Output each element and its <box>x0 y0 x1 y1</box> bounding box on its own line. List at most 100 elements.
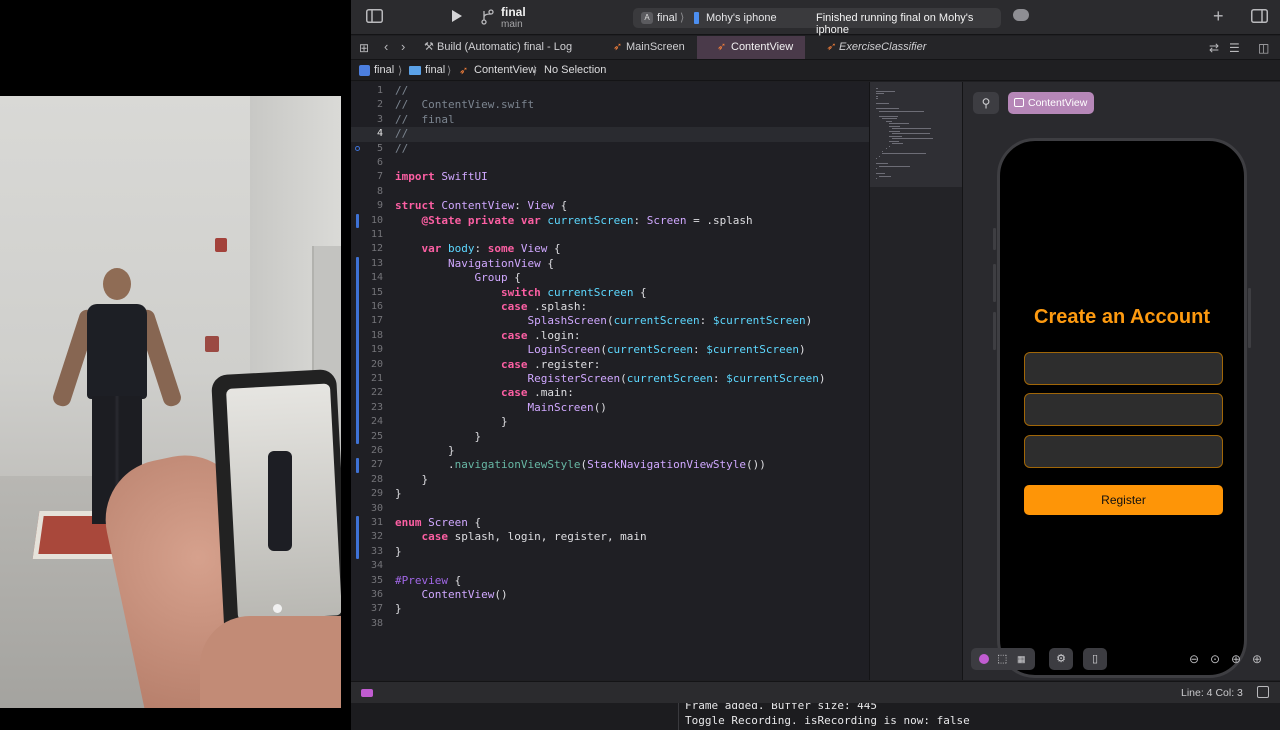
back-icon[interactable]: ‹ <box>384 39 388 55</box>
code-line[interactable]: 30 <box>351 502 869 516</box>
code-text[interactable]: } <box>395 415 508 429</box>
zoom-fit-icon[interactable]: ⊕ <box>1231 651 1241 667</box>
breadcrumb-group[interactable]: final <box>425 64 445 76</box>
code-text[interactable]: struct ContentView: View { <box>395 199 567 213</box>
breadcrumb-selection[interactable]: No Selection <box>544 64 606 76</box>
code-line[interactable]: 34 <box>351 559 869 573</box>
code-line[interactable]: 19 LoginScreen(currentScreen: $currentSc… <box>351 343 869 357</box>
register-button[interactable]: Register <box>1024 485 1223 515</box>
code-text[interactable]: MainScreen() <box>395 401 606 415</box>
code-line[interactable]: 12 var body: some View { <box>351 242 869 256</box>
code-text[interactable]: case .login: <box>395 329 580 343</box>
tab-exerciseclassifier[interactable]: ➶ ExerciseClassifier <box>821 36 931 59</box>
change-indicator[interactable] <box>356 213 359 228</box>
change-indicator[interactable] <box>356 458 359 473</box>
code-line[interactable]: 8 <box>351 185 869 199</box>
code-line[interactable]: 37} <box>351 602 869 616</box>
code-line[interactable]: 27 .navigationViewStyle(StackNavigationV… <box>351 458 869 472</box>
code-line[interactable]: 31 enum Screen { <box>351 516 869 530</box>
code-line[interactable]: 20 case .register: <box>351 358 869 372</box>
console[interactable]: Frame added. Buffer size: 445 Toggle Rec… <box>351 703 1280 730</box>
change-indicator[interactable] <box>356 256 359 444</box>
code-text[interactable]: SplashScreen(currentScreen: $currentScre… <box>395 314 812 328</box>
code-line[interactable]: 15 switch currentScreen { <box>351 286 869 300</box>
tab-mainscreen[interactable]: ➶ MainScreen <box>608 36 696 59</box>
code-text[interactable]: enum Screen { <box>395 516 481 530</box>
selectable-icon[interactable]: ⬚ <box>997 648 1007 670</box>
related-items-icon[interactable]: ⇄ <box>1209 40 1219 56</box>
code-line[interactable]: 17 SplashScreen(currentScreen: $currentS… <box>351 314 869 328</box>
code-text[interactable]: var body: some View { <box>395 242 561 256</box>
code-text[interactable]: case .main: <box>395 386 574 400</box>
minimap[interactable] <box>869 82 963 680</box>
code-line[interactable]: 9 struct ContentView: View { <box>351 199 869 213</box>
code-line[interactable]: 23 MainScreen() <box>351 401 869 415</box>
change-indicator[interactable] <box>356 516 359 560</box>
code-text[interactable]: NavigationView { <box>395 257 554 271</box>
code-text[interactable]: case .splash: <box>395 300 587 314</box>
debug-area-icon[interactable] <box>361 689 373 697</box>
code-line[interactable]: 14 Group { <box>351 271 869 285</box>
code-line[interactable]: 25 } <box>351 430 869 444</box>
code-line[interactable]: 36 ContentView() <box>351 588 869 602</box>
code-text[interactable]: } <box>395 545 402 559</box>
code-text[interactable]: LoginScreen(currentScreen: $currentScree… <box>395 343 805 357</box>
plus-icon[interactable]: + <box>1213 7 1224 25</box>
tab-build-log[interactable]: ⚒ Build (Automatic) final - Log <box>419 36 599 59</box>
code-text[interactable]: case splash, login, register, main <box>395 530 647 544</box>
cloud-icon[interactable] <box>1013 9 1029 21</box>
code-text[interactable]: // final <box>395 113 455 127</box>
device-settings-icon[interactable]: ⚙ <box>1049 648 1073 670</box>
code-line[interactable]: 26 } <box>351 444 869 458</box>
breadcrumb-project[interactable]: final <box>374 64 394 76</box>
code-line[interactable]: 38 <box>351 617 869 631</box>
zoom-out-icon[interactable]: ⊖ <box>1189 651 1199 667</box>
change-dot[interactable] <box>355 145 360 151</box>
grid-icon[interactable]: ⊞ <box>359 40 369 56</box>
code-line[interactable]: 2 // ContentView.swift <box>351 98 869 112</box>
tab-contentview[interactable]: ➶ ContentView <box>697 36 805 59</box>
code-line[interactable]: 29} <box>351 487 869 501</box>
device-icon[interactable]: ▯ <box>1083 648 1107 670</box>
code-text[interactable]: } <box>395 430 481 444</box>
code-text[interactable]: switch currentScreen { <box>395 286 647 300</box>
code-text[interactable]: import SwiftUI <box>395 170 488 184</box>
code-text[interactable]: // <box>395 84 408 98</box>
code-line[interactable]: 10 @State private var currentScreen: Scr… <box>351 214 869 228</box>
code-line[interactable]: 22 case .main: <box>351 386 869 400</box>
scheme-target[interactable]: final <box>657 12 677 24</box>
password-field[interactable] <box>1024 435 1223 468</box>
code-text[interactable]: ContentView() <box>395 588 508 602</box>
editor-options-icon[interactable]: ☰ <box>1229 40 1240 56</box>
code-text[interactable]: } <box>395 602 402 616</box>
code-line[interactable]: 1 // <box>351 84 869 98</box>
code-text[interactable]: Group { <box>395 271 520 285</box>
code-text[interactable]: RegisterScreen(currentScreen: $currentSc… <box>395 372 825 386</box>
split-editor-icon[interactable]: ◫ <box>1258 40 1269 56</box>
console-divider[interactable] <box>678 703 679 730</box>
code-line[interactable]: 33} <box>351 545 869 559</box>
source-editor[interactable]: 1//2// ContentView.swift 3// final 4//5//6… <box>351 82 869 680</box>
code-line[interactable]: 35 #Preview { <box>351 574 869 588</box>
email-field[interactable] <box>1024 393 1223 426</box>
code-text[interactable]: // <box>395 127 408 141</box>
code-line[interactable]: 16 case .splash: <box>351 300 869 314</box>
minimap-viewport[interactable] <box>870 82 963 187</box>
sidebar-icon[interactable] <box>366 9 383 27</box>
code-line[interactable]: 6 <box>351 156 869 170</box>
play-icon[interactable] <box>451 9 463 27</box>
code-line[interactable]: 18 case .login: <box>351 329 869 343</box>
preview-chip[interactable]: ContentView <box>1008 92 1094 114</box>
iphone-preview[interactable]: Create an Account Register <box>997 138 1247 678</box>
code-line[interactable]: 24 } <box>351 415 869 429</box>
code-text[interactable]: } <box>395 473 428 487</box>
code-line[interactable]: 32 case splash, login, register, main <box>351 530 869 544</box>
variants-icon[interactable]: ▦ <box>1017 648 1026 670</box>
breadcrumb-file[interactable]: ContentView <box>474 64 536 76</box>
code-text[interactable]: case .register: <box>395 358 600 372</box>
code-line[interactable]: 3 // final <box>351 113 869 127</box>
zoom-actual-icon[interactable]: ⊙ <box>1210 651 1220 667</box>
username-field[interactable] <box>1024 352 1223 385</box>
inspector-icon[interactable] <box>1251 9 1268 27</box>
code-text[interactable]: // ContentView.swift <box>395 98 534 112</box>
